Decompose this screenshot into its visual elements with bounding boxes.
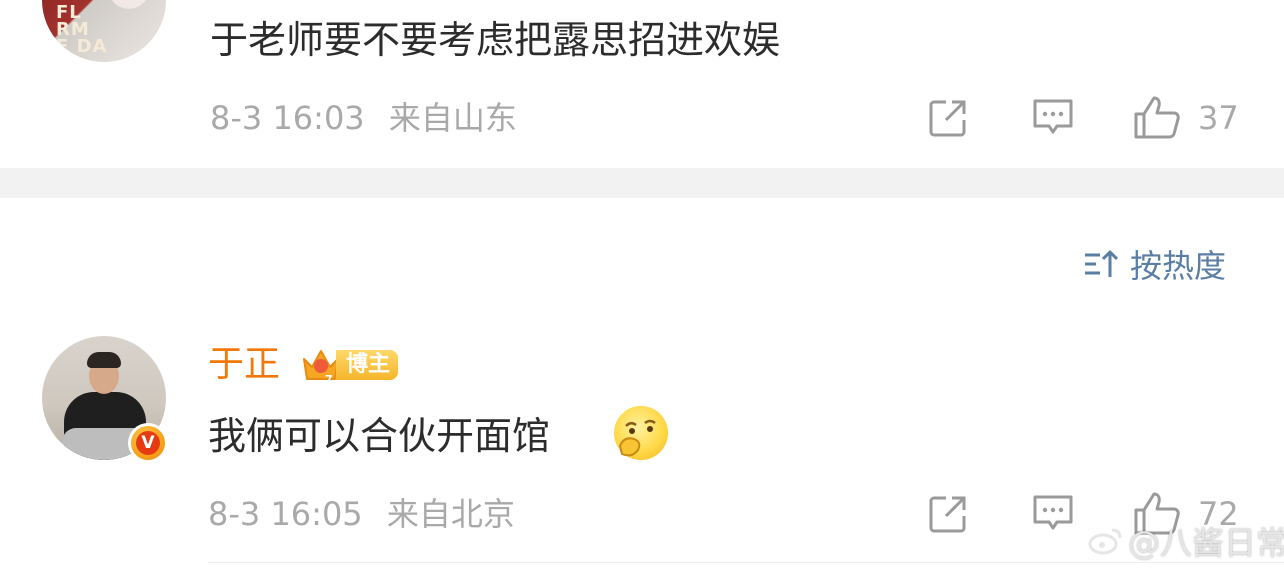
like-button[interactable] bbox=[1132, 92, 1182, 146]
avatar-poster-text: FL RM E DA bbox=[56, 2, 108, 57]
watermark-text: @八酱日常 bbox=[1128, 524, 1284, 562]
comment-location: 来自北京 bbox=[386, 495, 515, 533]
comment-icon bbox=[1033, 99, 1073, 134]
badge-level: 7 bbox=[325, 373, 333, 385]
share-button[interactable] bbox=[926, 492, 970, 540]
share-icon bbox=[929, 496, 966, 533]
verified-badge: V bbox=[128, 423, 168, 463]
verified-mark: V bbox=[136, 431, 160, 455]
sort-icon bbox=[1085, 250, 1119, 277]
comment-meta: 8-3 16:03 来自山东 bbox=[210, 100, 517, 136]
reply-button[interactable] bbox=[1030, 96, 1076, 144]
like-count: 37 bbox=[1198, 99, 1239, 137]
blogger-badge-label: 博主 bbox=[336, 350, 399, 380]
avatar[interactable]: FL RM E DA bbox=[42, 0, 166, 62]
share-button[interactable] bbox=[926, 96, 970, 144]
sort-button[interactable]: 按热度 bbox=[1082, 244, 1227, 285]
section-divider bbox=[0, 168, 1284, 198]
thinking-face-emoji bbox=[614, 406, 668, 460]
comment-text: 我俩可以合伙开面馆 bbox=[208, 414, 551, 458]
watermark: @八酱日常 bbox=[1088, 518, 1284, 564]
comment-meta: 8-3 16:05 来自北京 bbox=[208, 496, 515, 532]
username[interactable]: 于正 bbox=[208, 343, 280, 387]
thumbs-up-icon bbox=[1134, 96, 1180, 139]
blogger-badge: 7 博主 bbox=[300, 345, 399, 385]
comment-location: 来自山东 bbox=[388, 99, 517, 137]
comment-icon bbox=[1033, 495, 1073, 530]
share-icon bbox=[929, 100, 966, 137]
comment-timestamp: 8-3 16:05 bbox=[208, 495, 363, 533]
sort-label: 按热度 bbox=[1130, 247, 1227, 285]
weibo-logo-icon bbox=[1088, 528, 1122, 555]
comment-timestamp: 8-3 16:03 bbox=[210, 99, 365, 137]
comment-text: 于老师要不要考虑把露思招进欢娱 bbox=[210, 18, 781, 62]
reply-button[interactable] bbox=[1030, 492, 1076, 540]
